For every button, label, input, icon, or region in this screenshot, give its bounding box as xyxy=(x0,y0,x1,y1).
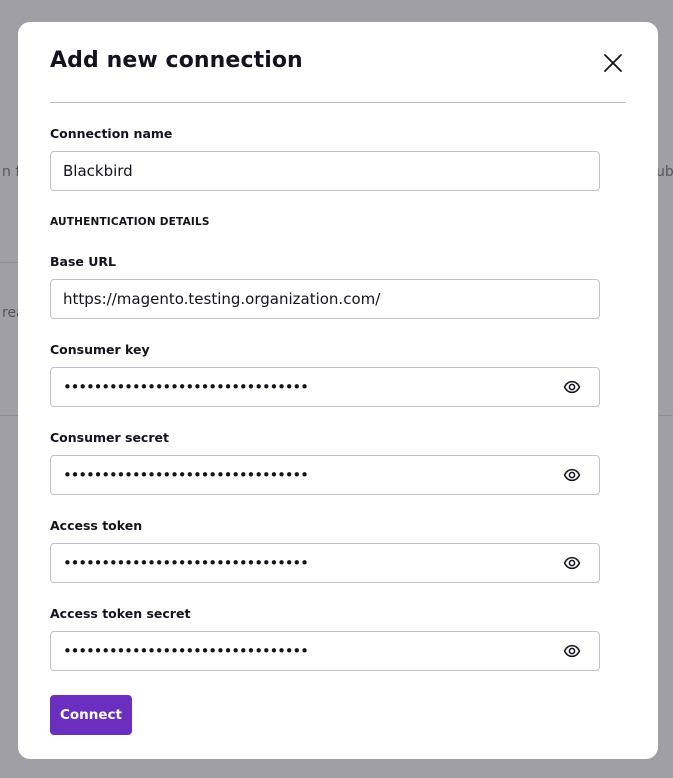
background-divider xyxy=(0,262,18,263)
background-divider xyxy=(0,415,18,416)
connection-name-input[interactable]: Blackbird xyxy=(50,151,600,191)
add-connection-dialog: Add new connection Connection name Black… xyxy=(18,22,658,759)
consumer-key-reveal-button[interactable] xyxy=(561,376,583,398)
base-url-input[interactable]: https://magento.testing.organization.com… xyxy=(50,279,600,319)
access-token-secret-reveal-button[interactable] xyxy=(561,640,583,662)
dialog-title: Add new connection xyxy=(50,48,303,73)
base-url-value: https://magento.testing.organization.com… xyxy=(63,290,381,308)
consumer-secret-value: •••••••••••••••••••••••••••••••• xyxy=(63,466,309,484)
authentication-section-heading: AUTHENTICATION DETAILS xyxy=(50,216,210,228)
access-token-secret-value: •••••••••••••••••••••••••••••••• xyxy=(63,642,309,660)
background-divider xyxy=(658,415,673,416)
access-token-secret-label: Access token secret xyxy=(50,606,191,621)
eye-icon xyxy=(563,380,581,394)
connect-button[interactable]: Connect xyxy=(50,695,132,735)
connection-name-value: Blackbird xyxy=(63,162,133,180)
connection-name-label: Connection name xyxy=(50,126,173,141)
consumer-key-input[interactable]: •••••••••••••••••••••••••••••••• xyxy=(50,367,600,407)
consumer-secret-input[interactable]: •••••••••••••••••••••••••••••••• xyxy=(50,455,600,495)
eye-icon xyxy=(563,644,581,658)
background-text-fragment: ub xyxy=(656,164,673,180)
consumer-key-value: •••••••••••••••••••••••••••••••• xyxy=(63,378,309,396)
eye-icon xyxy=(563,556,581,570)
base-url-label: Base URL xyxy=(50,254,116,269)
consumer-secret-label: Consumer secret xyxy=(50,430,169,445)
access-token-secret-input[interactable]: •••••••••••••••••••••••••••••••• xyxy=(50,631,600,671)
close-icon xyxy=(604,54,622,72)
consumer-key-label: Consumer key xyxy=(50,342,150,357)
eye-icon xyxy=(563,468,581,482)
access-token-value: •••••••••••••••••••••••••••••••• xyxy=(63,554,309,572)
access-token-label: Access token xyxy=(50,518,143,533)
close-button[interactable] xyxy=(600,50,626,76)
title-divider xyxy=(50,102,626,103)
consumer-secret-reveal-button[interactable] xyxy=(561,464,583,486)
access-token-reveal-button[interactable] xyxy=(561,552,583,574)
access-token-input[interactable]: •••••••••••••••••••••••••••••••• xyxy=(50,543,600,583)
